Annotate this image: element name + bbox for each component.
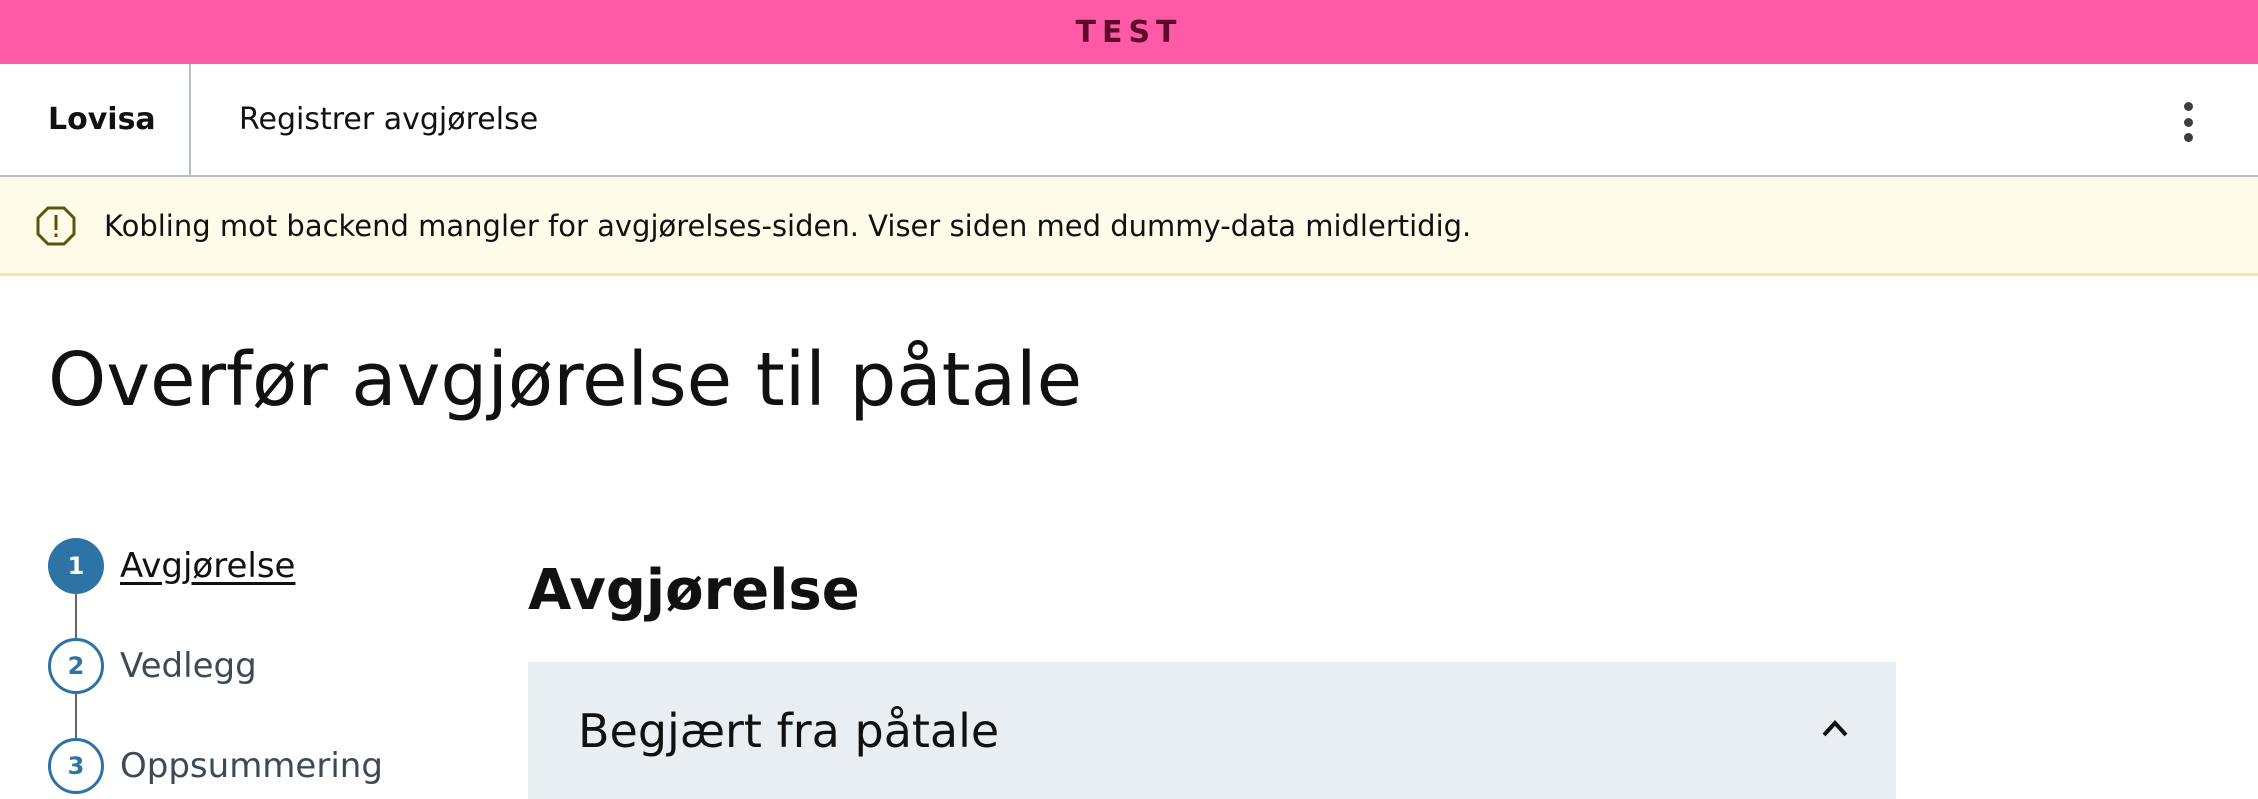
- section-title: Avgjørelse: [528, 558, 860, 623]
- step-number: 1: [48, 538, 104, 594]
- accordion-begjaert-fra-patale[interactable]: Begjært fra påtale: [528, 662, 1896, 799]
- step-label: Oppsummering: [120, 746, 383, 786]
- chevron-up-icon[interactable]: [1820, 718, 1850, 738]
- page-title: Overfør avgjørelse til påtale: [48, 337, 1083, 423]
- accordion-label: Begjært fra påtale: [578, 703, 1000, 758]
- step-oppsummering[interactable]: 3 Oppsummering: [48, 738, 383, 794]
- step-label: Vedlegg: [120, 646, 257, 686]
- step-avgjorelse[interactable]: 1 Avgjørelse: [48, 538, 295, 594]
- warning-banner: Kobling mot backend mangler for avgjørel…: [0, 178, 2258, 276]
- app-name[interactable]: Lovisa: [0, 64, 191, 175]
- environment-banner: TEST: [0, 0, 2258, 64]
- warning-octagon-icon: [36, 206, 76, 245]
- step-vedlegg[interactable]: 2 Vedlegg: [48, 638, 257, 694]
- step-connector: [75, 694, 77, 738]
- header-page-title: Registrer avgjørelse: [239, 102, 539, 137]
- app-header: Lovisa Registrer avgjørelse: [0, 64, 2258, 177]
- warning-message: Kobling mot backend mangler for avgjørel…: [104, 208, 1472, 243]
- step-number: 2: [48, 638, 104, 694]
- step-connector: [75, 594, 77, 638]
- environment-label: TEST: [1075, 14, 1183, 50]
- step-label[interactable]: Avgjørelse: [120, 546, 295, 586]
- kebab-menu-icon[interactable]: [2176, 102, 2200, 142]
- step-number: 3: [48, 738, 104, 794]
